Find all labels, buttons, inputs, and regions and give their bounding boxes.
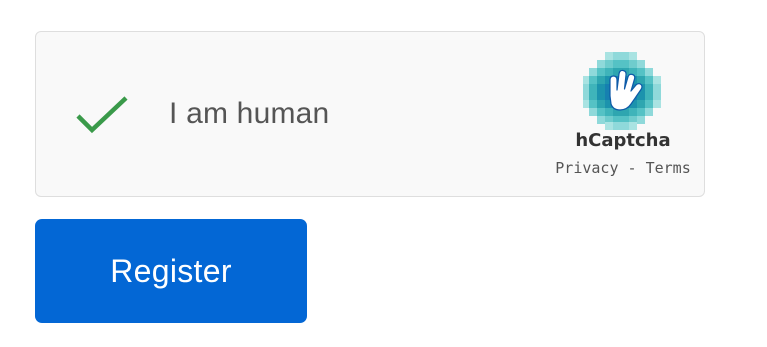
- checkmark-icon: [74, 94, 130, 138]
- captcha-label: I am human: [169, 97, 330, 130]
- captcha-checkbox[interactable]: [74, 94, 130, 138]
- privacy-link[interactable]: Privacy: [555, 159, 618, 177]
- link-separator: -: [627, 159, 637, 177]
- terms-link[interactable]: Terms: [646, 159, 691, 177]
- captcha-widget: I am human hCaptcha Privacy - Terms: [35, 31, 705, 197]
- hcaptcha-brand-name: hCaptcha: [575, 130, 671, 151]
- hcaptcha-logo-icon: [583, 52, 661, 130]
- register-button[interactable]: Register: [35, 219, 307, 323]
- captcha-links: Privacy - Terms: [533, 158, 713, 178]
